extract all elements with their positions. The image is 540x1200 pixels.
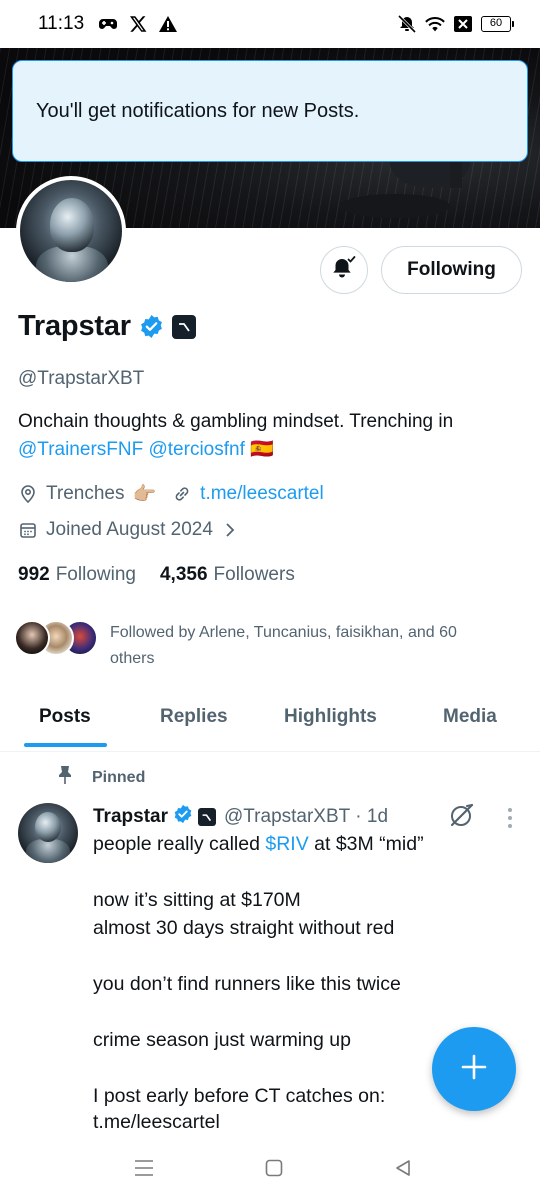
pin-icon <box>56 765 74 790</box>
bio-mention-terciosfnf[interactable]: @terciosfnf <box>148 439 244 460</box>
compose-button[interactable] <box>432 1027 516 1111</box>
profile-avatar[interactable] <box>16 176 126 286</box>
notification-toast: You'll get notifications for new Posts. <box>12 60 528 162</box>
x-logo-icon <box>128 15 148 33</box>
status-time: 11:13 <box>38 13 85 34</box>
post-author-handle[interactable]: @TrapstarXBT <box>224 806 350 828</box>
pinned-label: Pinned <box>92 768 146 786</box>
profile-joined-row[interactable]: Joined August 2024 <box>18 519 251 541</box>
tab-replies[interactable]: Replies <box>160 706 228 728</box>
display-name: Trapstar <box>18 310 131 342</box>
profile-joined-date: Joined August 2024 <box>46 519 213 540</box>
back-nav-icon[interactable] <box>391 1156 415 1180</box>
post-text-segment: people really called <box>93 833 266 855</box>
post-author-avatar[interactable] <box>18 803 78 863</box>
follower-avatar <box>14 620 50 656</box>
following-count-link[interactable]: 992 Following <box>18 564 136 586</box>
affiliate-badge-icon[interactable] <box>171 314 196 339</box>
more-options-icon[interactable] <box>500 806 520 830</box>
post-author-name[interactable]: Trapstar <box>93 806 168 828</box>
gamepad-icon <box>98 15 118 33</box>
post-header: Trapstar @TrapstarXBT · 1d <box>93 804 388 830</box>
chevron-right-icon <box>223 520 243 540</box>
post-text-line: you don’t find runners like this twice <box>93 973 401 995</box>
profile-meta-row: Trenches 👉🏼 t.me/leescartel <box>18 482 324 506</box>
followers-count: 4,356 <box>159 564 208 585</box>
bell-checked-icon <box>330 254 358 287</box>
affiliate-badge-icon <box>197 808 216 826</box>
bio-text: Onchain thoughts & gambling mindset. Tre… <box>18 411 454 432</box>
wifi-icon <box>425 15 445 33</box>
active-tab-indicator <box>24 743 107 747</box>
pointing-hand-emoji: 👉🏼 <box>132 484 157 505</box>
post-text-line: now it’s sitting at $170M <box>93 889 301 911</box>
plus-icon <box>460 1053 488 1086</box>
post-text-segment: at $3M “mid” <box>308 833 424 855</box>
profile-handle: @TrapstarXBT <box>18 368 145 389</box>
followers-count-link[interactable]: 4,356 Followers <box>160 564 295 586</box>
menu-nav-icon[interactable] <box>132 1156 156 1180</box>
profile-name-row: Trapstar <box>18 310 196 343</box>
followers-count-label: Followers <box>213 564 295 585</box>
home-nav-icon[interactable] <box>262 1156 286 1180</box>
status-bar: 11:13 60 <box>0 0 540 48</box>
profile-website-link[interactable]: t.me/leescartel <box>200 483 324 505</box>
post-text-line: I post early before CT catches on: <box>93 1085 386 1107</box>
grok-icon[interactable] <box>448 801 476 829</box>
followed-by-text: Followed by Arlene, Tuncanius, faisikhan… <box>110 620 520 672</box>
bell-muted-icon <box>397 15 417 33</box>
verified-badge-icon[interactable] <box>139 314 164 339</box>
tab-media[interactable]: Media <box>443 706 497 728</box>
following-count: 992 <box>18 564 50 585</box>
warning-icon <box>158 15 178 33</box>
notifications-bell-button[interactable] <box>320 246 368 294</box>
followed-by-line1: Followed by Arlene, Tuncanius, faisikhan… <box>110 624 457 641</box>
verified-badge-icon <box>173 804 193 830</box>
link-icon <box>172 484 192 504</box>
followed-by-line2: others <box>110 650 155 667</box>
following-count-label: Following <box>55 564 136 585</box>
tab-posts[interactable]: Posts <box>39 706 91 728</box>
pinned-label-row: Pinned <box>56 765 145 790</box>
post-time: · 1d <box>355 806 389 827</box>
following-button[interactable]: Following <box>381 246 522 294</box>
post-text-line: people really called $RIV at $3M “mid” <box>93 833 424 856</box>
followed-by-row[interactable]: Followed by Arlene, Tuncanius, faisikhan… <box>14 620 520 672</box>
profile-location: Trenches <box>46 483 125 504</box>
profile-bio: Onchain thoughts & gambling mindset. Tre… <box>18 408 523 464</box>
post-text-line: almost 30 days straight without red <box>93 917 395 939</box>
profile-counts: 992 Following 4,356 Followers <box>18 564 295 586</box>
cashtag-link[interactable]: $RIV <box>265 833 308 855</box>
tab-highlights[interactable]: Highlights <box>284 706 377 728</box>
spain-flag-emoji: 🇪🇸 <box>250 439 274 460</box>
toast-message: You'll get notifications for new Posts. <box>36 99 360 122</box>
post-link[interactable]: t.me/leescartel <box>93 1111 220 1134</box>
calendar-icon <box>18 520 38 540</box>
no-sim-icon <box>453 15 473 33</box>
battery-icon: 60 <box>481 16 514 32</box>
location-pin-icon <box>18 484 38 504</box>
battery-level: 60 <box>481 16 511 32</box>
bio-mention-trainersfnf[interactable]: @TrainersFNF <box>18 439 143 460</box>
post-text-line: crime season just warming up <box>93 1029 351 1051</box>
